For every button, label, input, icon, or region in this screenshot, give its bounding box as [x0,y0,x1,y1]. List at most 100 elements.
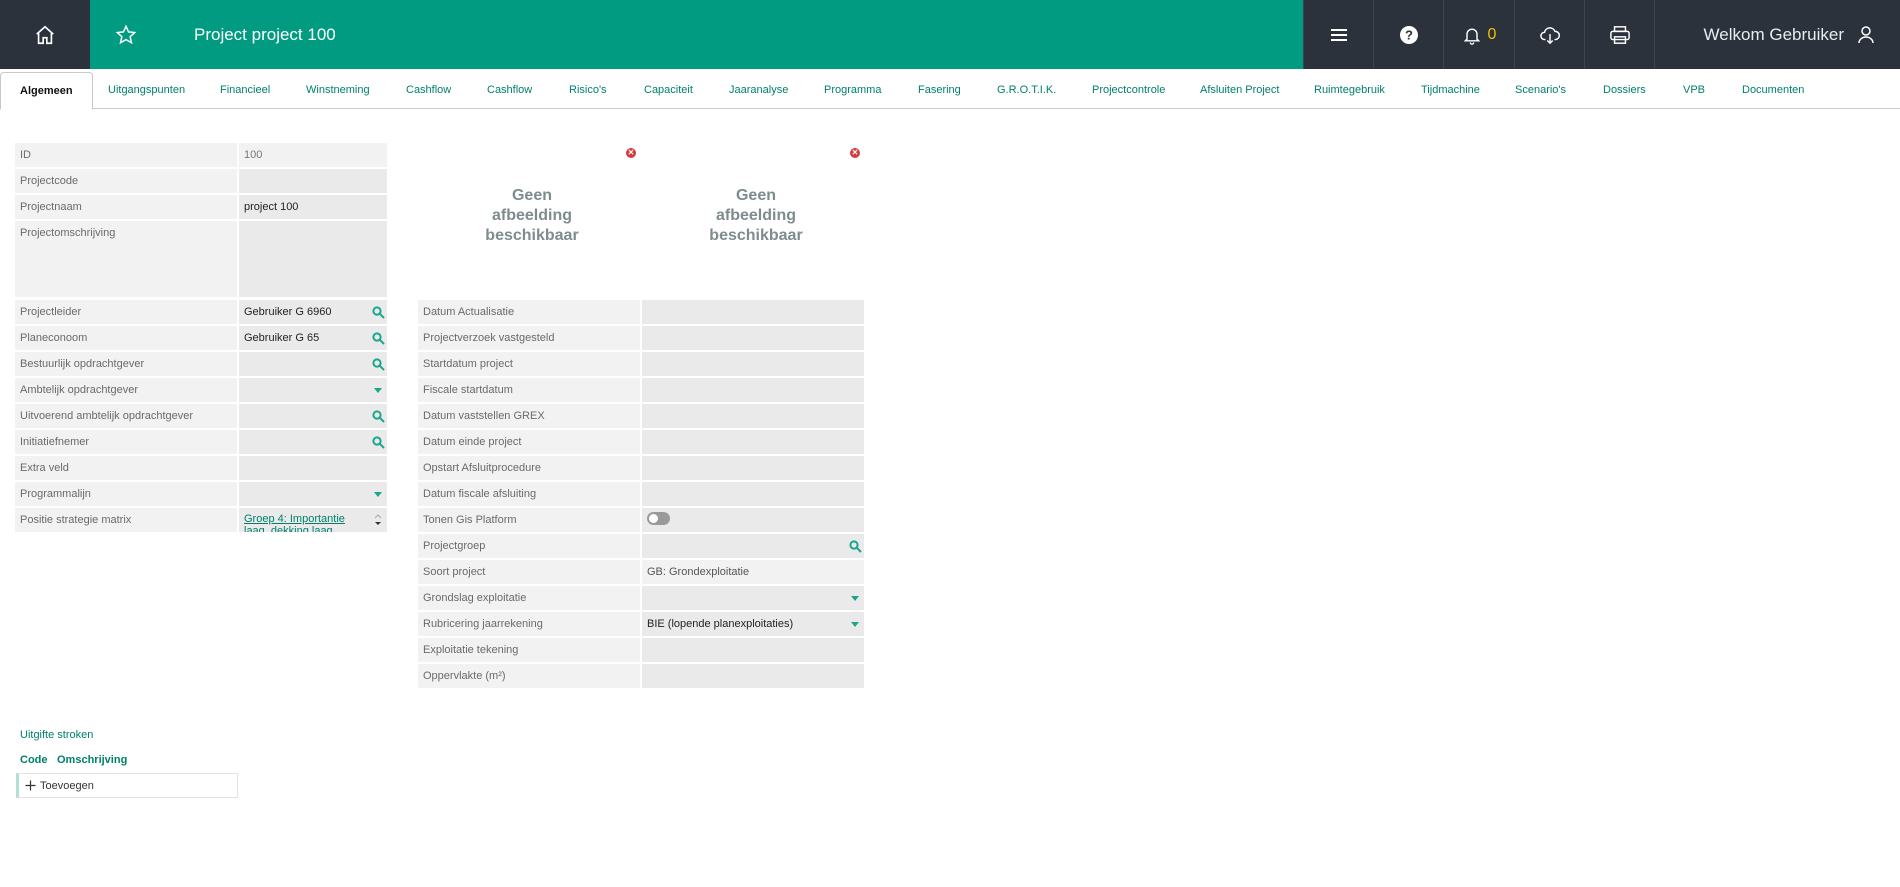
dropdown-icon[interactable] [846,612,864,636]
search-icon[interactable] [369,404,387,428]
fiscale-startdatum-input[interactable] [642,378,864,402]
placeholder-line: afbeelding [491,207,572,224]
favorite-button[interactable] [90,0,162,69]
print-button[interactable] [1584,0,1654,69]
tab-projectcontrole[interactable]: Projectcontrole [1092,69,1165,109]
datum-actualisatie-input[interactable] [642,300,864,324]
tab-programma[interactable]: Programma [824,69,881,109]
field-label: Fiscale startdatum [418,378,640,402]
initiatiefnemer-input[interactable] [239,430,387,454]
field-label: Grondslag exploitatie [418,586,640,610]
close-icon: ✕ [851,148,859,157]
spinner-icon[interactable] [369,508,387,532]
projectverzoek-input[interactable] [642,326,864,350]
search-icon[interactable] [369,430,387,454]
tab-uitgangspunten[interactable]: Uitgangspunten [108,69,185,109]
gis-platform-toggle[interactable] [647,512,670,525]
field-label: Datum Actualisatie [418,300,640,324]
add-strip-button[interactable]: Toevoegen [16,773,238,798]
field-label: Projectverzoek vastgesteld [418,326,640,350]
bestuurlijk-opdrachtgever-input[interactable] [239,352,387,376]
menu-button[interactable] [1303,0,1373,69]
afsluitprocedure-input[interactable] [642,456,864,480]
grondslag-exploitatie-select[interactable] [642,586,864,610]
notification-count: 0 [1487,25,1497,43]
projectcode-input[interactable] [239,169,387,193]
field-label: Exploitatie tekening [418,638,640,662]
search-icon[interactable] [369,352,387,376]
projectomschrijving-textarea[interactable] [239,221,387,297]
programmalijn-select[interactable] [239,482,387,506]
tab-cashflow-2[interactable]: Cashflow [487,69,532,109]
help-button[interactable]: ? [1373,0,1443,69]
tab-bar: Algemeen Uitgangspunten Financieel Winst… [0,69,1900,110]
toolbar-right: ? 0 Welkom Gebruiker [1303,0,1900,69]
tab-ruimtegebruik[interactable]: Ruimtegebruik [1314,69,1385,109]
field-ambtelijk-opdrachtgever: Ambtelijk opdrachtgever [15,378,387,402]
tab-jaaranalyse[interactable]: Jaaranalyse [729,69,788,109]
download-button[interactable] [1514,0,1584,69]
rubricering-select[interactable]: BIE (lopende planexploitaties) [642,612,864,636]
extra-veld-input[interactable] [239,456,387,480]
tab-dossiers[interactable]: Dossiers [1603,69,1646,109]
help-icon: ? [1399,25,1418,44]
home-button[interactable] [0,0,90,69]
remove-image-1-button[interactable]: ✕ [626,148,636,158]
positie-strategie-matrix-select[interactable]: Groep 4: Importantie laag, dekking laag [239,508,387,532]
search-icon[interactable] [846,534,864,558]
user-icon [1858,25,1874,43]
menu-icon [1330,28,1347,41]
planeconoom-input[interactable]: Gebruiker G 65 [239,326,387,350]
field-bestuurlijk-opdrachtgever: Bestuurlijk opdrachtgever [15,352,387,376]
tab-grotik[interactable]: G.R.O.T.I.K. [997,69,1056,109]
projectleider-value: Gebruiker G 6960 [244,306,332,318]
notifications-button[interactable]: 0 [1443,0,1514,69]
project-form-left: ID 100 Projectcode Projectnaam project 1… [15,143,388,536]
remove-image-2-button[interactable]: ✕ [850,148,860,158]
tab-financieel[interactable]: Financieel [220,69,270,109]
uitvoerend-opdrachtgever-input[interactable] [239,404,387,428]
dropdown-icon[interactable] [369,378,387,402]
field-label: Bestuurlijk opdrachtgever [15,352,237,376]
projectnaam-input[interactable]: project 100 [239,195,387,219]
startdatum-input[interactable] [642,352,864,376]
tab-vpb[interactable]: VPB [1683,69,1705,109]
exploitatie-tekening-input[interactable] [642,638,864,662]
search-icon[interactable] [369,300,387,324]
search-icon[interactable] [369,326,387,350]
positie-strategie-value[interactable]: Groep 4: Importantie laag, dekking laag [244,513,345,532]
add-strip-label: Toevoegen [40,779,94,792]
user-menu[interactable]: Welkom Gebruiker [1654,0,1900,69]
field-label: Rubricering jaarrekening [418,612,640,636]
strips-col-code[interactable]: Code [20,754,48,766]
welcome-text: Welkom Gebruiker [1703,24,1844,44]
einde-project-input[interactable] [642,430,864,454]
dropdown-icon[interactable] [846,586,864,610]
tab-tijdmachine[interactable]: Tijdmachine [1421,69,1480,109]
projectgroep-input[interactable] [642,534,864,558]
tab-capaciteit[interactable]: Capaciteit [644,69,693,109]
ambtelijk-opdrachtgever-select[interactable] [239,378,387,402]
tab-algemeen[interactable]: Algemeen [0,72,93,110]
tab-cashflow[interactable]: Cashflow [406,69,451,109]
tab-winstneming[interactable]: Winstneming [306,69,370,109]
tab-afsluiten-project[interactable]: Afsluiten Project [1200,69,1279,109]
field-fiscale-startdatum: Fiscale startdatum [418,378,864,402]
field-datum-vaststellen-grex: Datum vaststellen GREX [418,404,864,428]
fiscale-afsluiting-input[interactable] [642,482,864,506]
project-form-right: Datum Actualisatie Projectverzoek vastge… [418,300,866,692]
tab-scenarios[interactable]: Scenario's [1515,69,1566,109]
tab-risicos[interactable]: Risico's [569,69,607,109]
oppervlakte-input[interactable] [642,664,864,688]
vaststellen-grex-input[interactable] [642,404,864,428]
strips-col-description[interactable]: Omschrijving [57,754,127,766]
dropdown-icon[interactable] [369,482,387,506]
projectleider-input[interactable]: Gebruiker G 6960 [239,300,387,324]
print-icon [1609,25,1630,44]
tab-fasering[interactable]: Fasering [918,69,961,109]
field-oppervlakte: Oppervlakte (m²) [418,664,864,688]
tab-documenten[interactable]: Documenten [1742,69,1804,109]
field-label: Projectomschrijving [15,221,237,297]
field-datum-actualisatie: Datum Actualisatie [418,300,864,324]
field-label: Datum vaststellen GREX [418,404,640,428]
